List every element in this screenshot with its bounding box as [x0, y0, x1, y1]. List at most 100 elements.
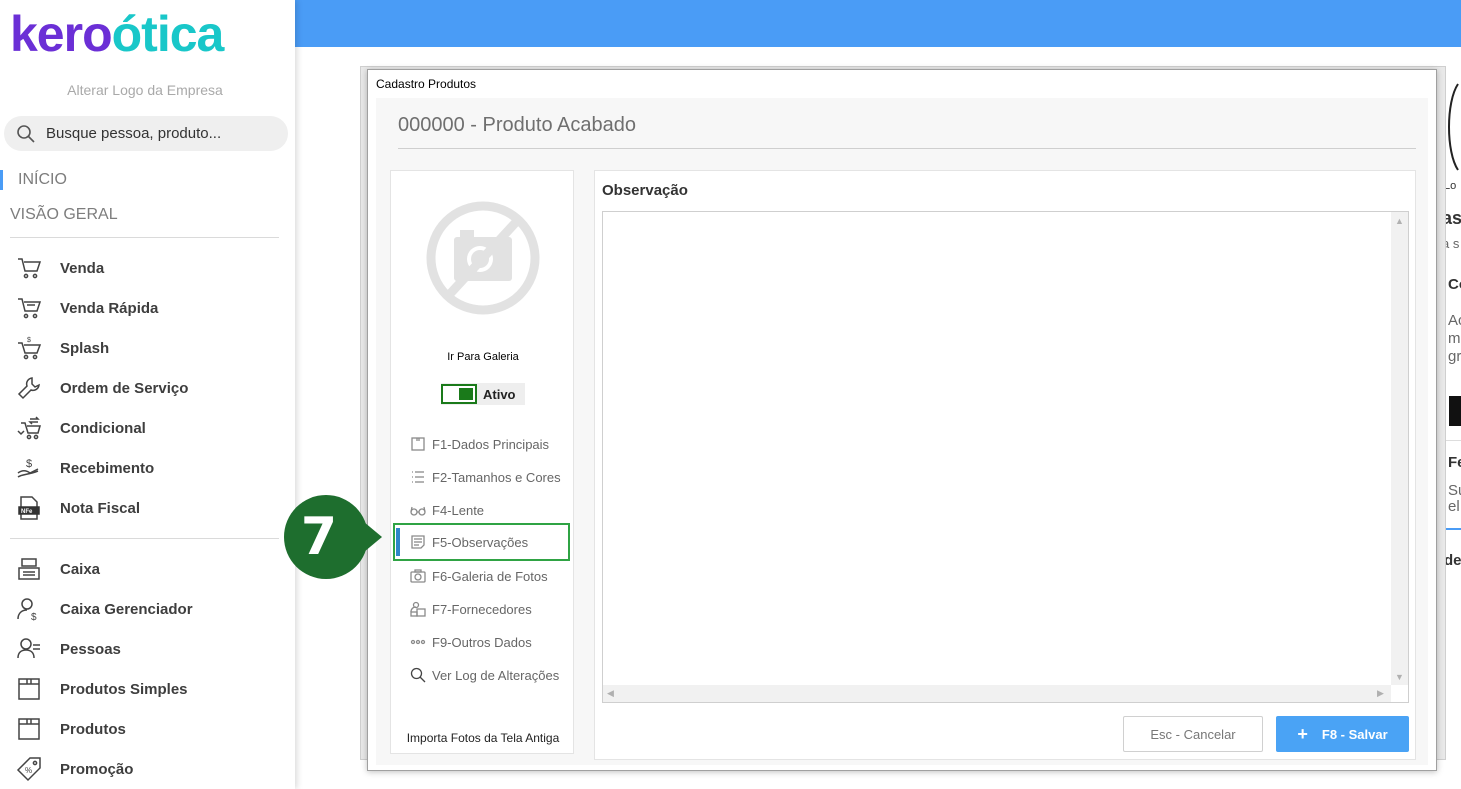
tab-observacoes[interactable]: F5-Observações [393, 523, 570, 561]
glasses-icon [409, 501, 427, 519]
change-logo-link[interactable]: Alterar Logo da Empresa [0, 82, 290, 98]
scroll-down-icon[interactable]: ▼ [1395, 671, 1404, 683]
menu-item-label: Produtos Simples [60, 680, 188, 698]
menu-item-venda-rapida[interactable]: Venda Rápida [14, 292, 284, 324]
scroll-right-icon[interactable]: ▶ [1377, 687, 1384, 699]
hand-money-icon: $ [14, 453, 44, 483]
plus-icon: + [1297, 723, 1308, 744]
observation-panel: Observação ▲ ▼ ◀ ▶ Esc - Cancelar + F8 -… [594, 170, 1416, 760]
menu-item-label: Promoção [60, 760, 134, 778]
people-icon [14, 634, 44, 664]
observation-textarea[interactable] [603, 212, 1392, 686]
active-toggle-wrapper[interactable]: Ativo [441, 383, 525, 405]
background-text: gr [1448, 348, 1461, 365]
svg-text:$: $ [27, 337, 31, 344]
cart-exchange-icon [14, 413, 44, 443]
menu-item-nota-fiscal[interactable]: NFe Nota Fiscal [14, 492, 284, 524]
background-text: Ac [1448, 312, 1461, 329]
menu-item-pessoas[interactable]: Pessoas [14, 633, 284, 665]
box-icon [14, 674, 44, 704]
search-input[interactable] [46, 125, 266, 142]
tab-galeria-fotos[interactable]: F6-Galeria de Fotos [409, 565, 575, 587]
scroll-left-icon[interactable]: ◀ [607, 687, 614, 699]
import-old-photos-link[interactable]: Importa Fotos da Tela Antiga [391, 731, 575, 745]
cart-icon [14, 253, 44, 283]
menu-item-label: Condicional [60, 419, 146, 437]
menu-item-recebimento[interactable]: $ Recebimento [14, 452, 284, 484]
menu-item-label: Ordem de Serviço [60, 379, 189, 397]
svg-text:$: $ [31, 612, 37, 622]
tab-lente[interactable]: F4-Lente [409, 499, 575, 521]
box-icon [14, 714, 44, 744]
box-icon [409, 435, 427, 453]
tab-outros-dados[interactable]: F9-Outros Dados [409, 631, 575, 653]
horizontal-scrollbar[interactable]: ◀ ▶ [603, 685, 1393, 702]
sidebar-divider [10, 237, 279, 238]
save-button-label: F8 - Salvar [1321, 726, 1388, 742]
menu-item-label: Nota Fiscal [60, 499, 141, 517]
menu-item-label: Produtos [60, 720, 126, 738]
menu-item-ordem-servico[interactable]: Ordem de Serviço [14, 372, 284, 404]
nav-inicio[interactable]: INÍCIO [0, 170, 290, 190]
dots-icon [409, 633, 427, 651]
search-icon [409, 666, 427, 684]
menu-item-caixa-gerenciador[interactable]: $ Caixa Gerenciador [14, 593, 284, 625]
background-text: Su [1448, 482, 1461, 499]
tag-percent-icon: % [14, 754, 44, 784]
note-icon [409, 533, 427, 551]
background-text: m [1448, 330, 1461, 347]
gallery-link[interactable]: Ir Para Galeria [391, 351, 575, 363]
tab-label: F1-Dados Principais [432, 436, 550, 452]
cancel-button[interactable]: Esc - Cancelar [1123, 716, 1263, 752]
active-toggle[interactable] [441, 384, 477, 404]
menu-item-label: Caixa Gerenciador [60, 600, 193, 618]
active-toggle-label: Ativo [483, 386, 516, 402]
svg-text:%: % [25, 766, 32, 775]
tab-label: F9-Outros Dados [432, 634, 532, 650]
menu-item-label: Venda [60, 259, 105, 277]
menu-item-splash[interactable]: $ Splash [14, 332, 284, 364]
title-divider [398, 148, 1416, 149]
menu-item-venda[interactable]: Venda [14, 252, 284, 284]
background-illustration [1448, 83, 1459, 171]
product-title: 000000 - Produto Acabado [398, 114, 636, 136]
menu-item-condicional[interactable]: Condicional [14, 412, 284, 444]
cash-register-icon [14, 554, 44, 584]
search-icon [17, 124, 35, 143]
observation-field-frame: ▲ ▼ ◀ ▶ [602, 211, 1409, 703]
view-change-log[interactable]: Ver Log de Alterações [409, 664, 575, 686]
menu-item-label: Pessoas [60, 640, 121, 658]
top-bar [295, 0, 1461, 47]
scroll-corner [1391, 685, 1408, 702]
tab-label: F6-Galeria de Fotos [432, 568, 548, 584]
step-badge: 7 [284, 495, 368, 579]
menu-item-produtos[interactable]: Produtos [14, 713, 284, 745]
wrench-icon [14, 373, 44, 403]
nav-visao-geral[interactable]: VISÃO GERAL [0, 205, 290, 225]
background-text: de [1444, 552, 1461, 569]
menu-item-produtos-simples[interactable]: Produtos Simples [14, 673, 284, 705]
vertical-scrollbar[interactable]: ▲ ▼ [1391, 212, 1408, 686]
company-logo[interactable]: kero ótica [10, 6, 224, 62]
tab-tamanhos-cores[interactable]: F2-Tamanhos e Cores [409, 466, 575, 488]
background-text: Fe [1448, 454, 1461, 471]
scroll-up-icon[interactable]: ▲ [1395, 215, 1404, 227]
save-button[interactable]: + F8 - Salvar [1276, 716, 1409, 752]
search-bar[interactable] [4, 116, 288, 151]
tab-fornecedores[interactable]: F7-Fornecedores [409, 598, 575, 620]
svg-text:$: $ [26, 458, 32, 470]
menu-item-label: Venda Rápida [60, 299, 159, 317]
tab-label: Ver Log de Alterações [432, 667, 560, 683]
menu-item-caixa[interactable]: Caixa [14, 553, 284, 585]
nfe-icon: NFe [14, 493, 44, 523]
camera-icon [409, 567, 427, 585]
supplier-icon [409, 600, 427, 618]
menu-item-label: Recebimento [60, 459, 155, 477]
sidebar: kero ótica Alterar Logo da Empresa INÍCI… [0, 0, 295, 789]
menu-item-label: Splash [60, 339, 110, 357]
section-title: Observação [602, 182, 688, 199]
tab-dados-principais[interactable]: F1-Dados Principais [409, 433, 575, 455]
menu-item-promocao[interactable]: % Promoção [14, 753, 284, 785]
user-dollar-icon: $ [14, 594, 44, 624]
no-photo-icon[interactable] [424, 199, 542, 317]
